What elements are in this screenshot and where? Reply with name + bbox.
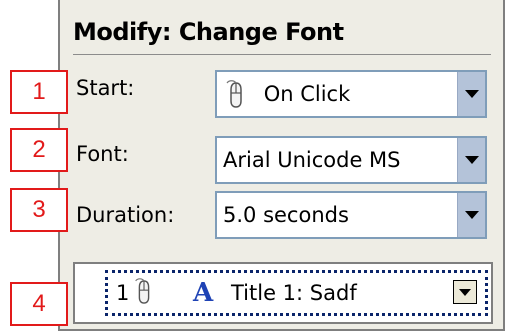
chevron-down-icon [465, 156, 479, 164]
mouse-icon [226, 80, 242, 108]
list-item[interactable]: 1 A Title 1: Sadf [105, 270, 488, 316]
header-divider [73, 54, 491, 55]
animation-order-number: 1 [116, 281, 130, 305]
start-label: Start: [76, 76, 135, 100]
callout-4: 4 [10, 282, 68, 326]
start-dropdown-value-wrapper: On Click [223, 72, 350, 116]
chevron-down-icon [465, 90, 479, 98]
duration-dropdown-value: 5.0 seconds [223, 203, 349, 227]
start-dropdown[interactable]: On Click [215, 70, 487, 118]
chevron-down-icon [465, 211, 479, 219]
duration-dropdown-button[interactable] [457, 193, 485, 237]
font-dropdown-button[interactable] [457, 138, 485, 182]
custom-animation-task-pane: Modify: Change Font Start: On Click Font… [58, 0, 505, 331]
screenshot-stage: Modify: Change Font Start: On Click Font… [0, 0, 509, 335]
animation-order-list[interactable]: 1 A Title 1: Sadf [73, 262, 493, 324]
duration-label: Duration: [76, 203, 175, 227]
animation-item-label: Title 1: Sadf [231, 281, 357, 305]
font-A-icon: A [193, 278, 214, 308]
start-dropdown-value: On Click [263, 82, 351, 106]
start-dropdown-button[interactable] [457, 72, 485, 116]
item-options-button[interactable] [453, 280, 477, 304]
pane-title: Modify: Change Font [73, 18, 344, 46]
chevron-down-icon [459, 289, 471, 296]
duration-dropdown[interactable]: 5.0 seconds [215, 191, 487, 239]
font-label: Font: [76, 142, 129, 166]
font-dropdown[interactable]: Arial Unicode MS [215, 136, 487, 184]
callout-2: 2 [10, 128, 68, 172]
font-dropdown-value: Arial Unicode MS [223, 148, 401, 172]
mouse-icon [135, 278, 150, 304]
callout-1: 1 [10, 70, 68, 114]
callout-3: 3 [10, 188, 68, 232]
